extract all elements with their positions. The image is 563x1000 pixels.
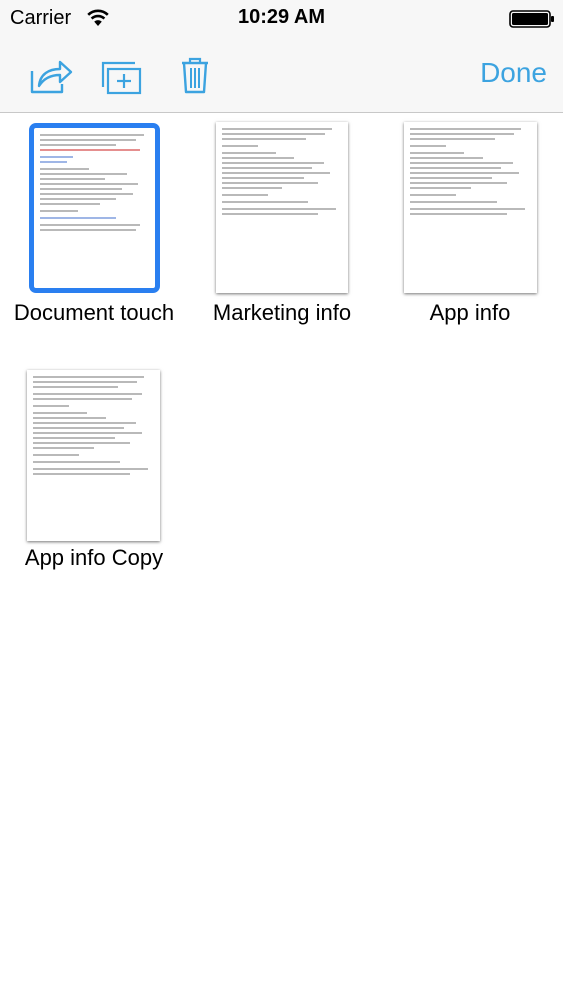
document-item[interactable]: Marketing info (188, 113, 376, 333)
clock: 10:29 AM (237, 6, 326, 28)
trash-icon[interactable] (178, 55, 212, 100)
document-title: Marketing info (212, 300, 352, 325)
document-thumbnail (404, 122, 537, 293)
document-thumbnail (216, 122, 348, 293)
document-title: App info Copy (24, 545, 164, 570)
share-icon[interactable] (28, 57, 74, 100)
new-folder-icon[interactable] (100, 60, 144, 101)
document-thumbnail (29, 123, 160, 293)
document-title: App info (429, 300, 511, 325)
battery-icon (509, 10, 555, 33)
document-item[interactable]: Document touch (0, 113, 188, 333)
done-button[interactable]: Done (480, 57, 547, 89)
document-thumbnail (27, 370, 160, 541)
toolbar: Done (0, 40, 563, 113)
document-item[interactable]: App info (376, 113, 563, 333)
status-bar: Carrier 10:29 AM (0, 0, 563, 40)
document-item[interactable]: App info Copy (0, 359, 188, 579)
document-title: Document touch (13, 300, 175, 325)
